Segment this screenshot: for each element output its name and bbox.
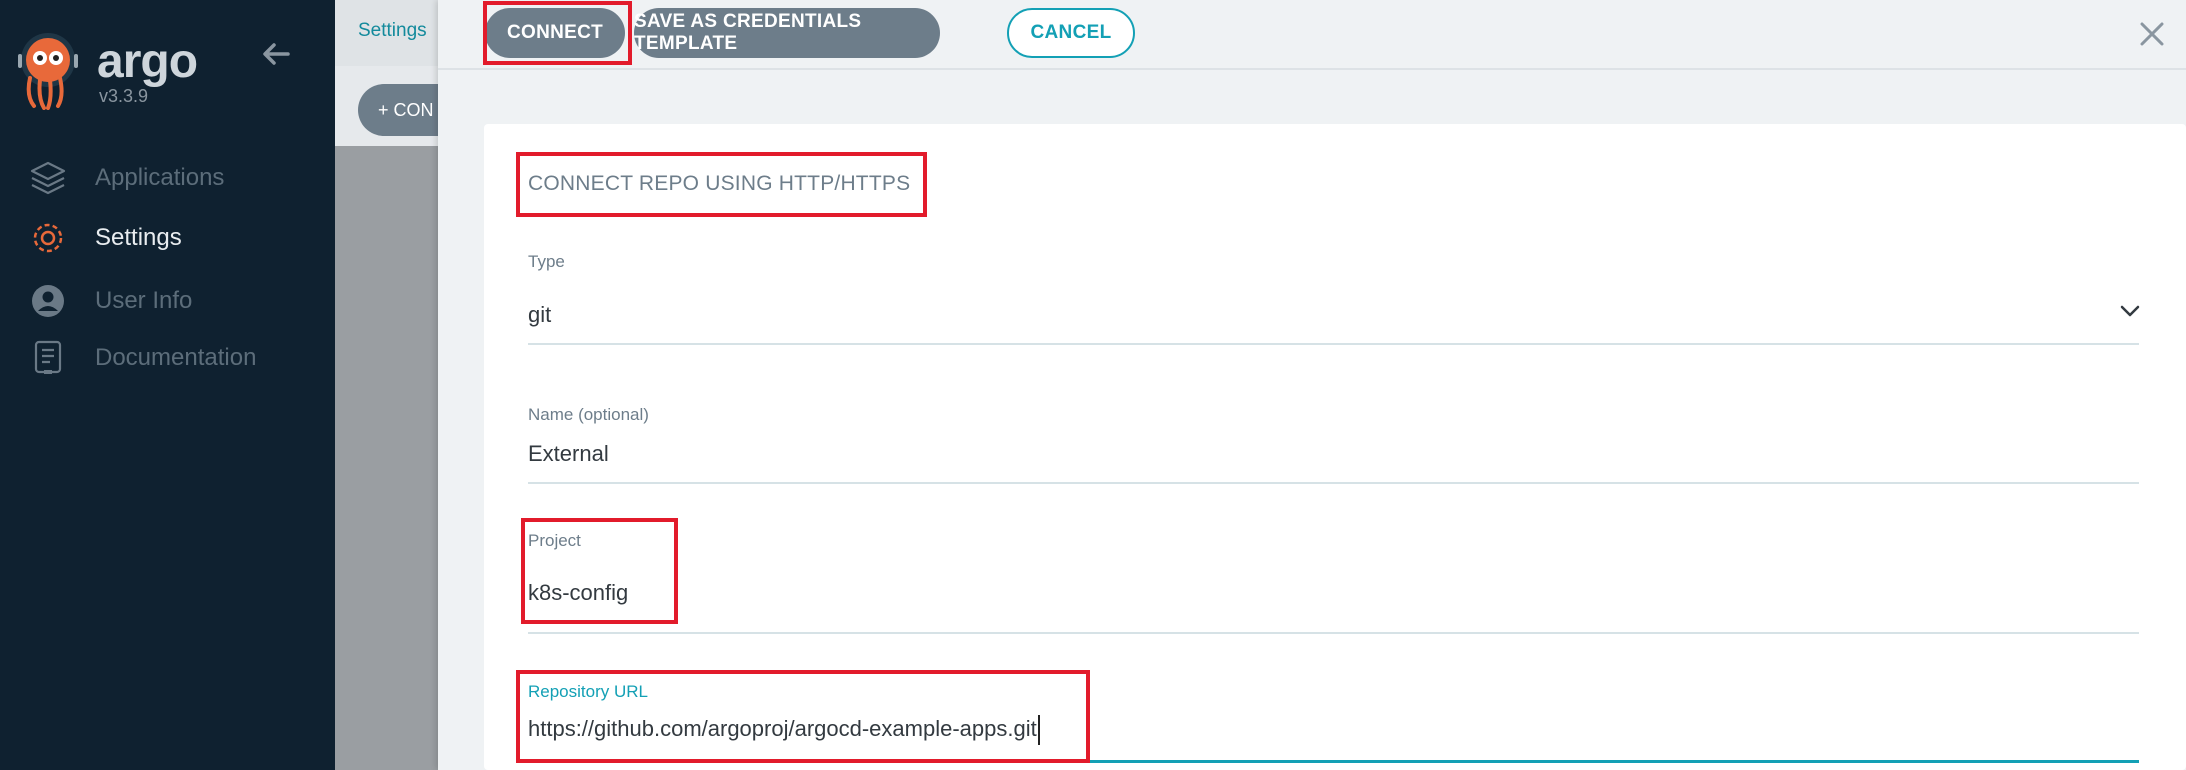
project-field[interactable]: k8s-config (528, 580, 628, 606)
connect-repo-panel: CONNECT SAVE AS CREDENTIALS TEMPLATE CAN… (438, 0, 2186, 770)
type-label: Type (528, 252, 565, 271)
name-underline (528, 482, 2139, 484)
sidebar-item-documentation[interactable]: Documentation (28, 338, 256, 378)
arrow-left-icon (263, 43, 290, 65)
repository-url-field[interactable]: https://github.com/argoproj/argocd-examp… (528, 715, 1040, 745)
sidebar-item-label: Documentation (95, 344, 257, 371)
cancel-button[interactable]: CANCEL (1007, 8, 1135, 58)
close-button[interactable] (2136, 18, 2168, 50)
collapse-sidebar-button[interactable] (258, 36, 294, 72)
documentation-icon (28, 338, 68, 378)
sidebar-item-label: User Info (95, 287, 193, 314)
type-select[interactable]: git (528, 302, 551, 328)
argo-logo[interactable] (16, 30, 81, 110)
type-underline (528, 343, 2139, 345)
repository-url-label: Repository URL (528, 682, 648, 701)
name-label: Name (optional) (528, 405, 649, 424)
close-icon (2140, 22, 2164, 46)
project-label: Project (528, 531, 581, 550)
sidebar-item-label: Settings (95, 224, 182, 251)
sidebar-item-label: Applications (95, 164, 225, 191)
chevron-down-icon[interactable] (2118, 299, 2142, 323)
user-icon (28, 281, 68, 321)
gear-icon (28, 218, 68, 258)
sidebar-item-settings[interactable]: Settings (28, 218, 182, 258)
project-underline (528, 632, 2139, 634)
sidebar-item-applications[interactable]: Applications (28, 158, 224, 198)
layers-icon (28, 158, 68, 198)
breadcrumb[interactable]: Settings (358, 20, 427, 42)
connect-button[interactable]: CONNECT (485, 8, 625, 58)
panel-header: CONNECT SAVE AS CREDENTIALS TEMPLATE CAN… (438, 0, 2186, 70)
text-caret (1037, 715, 1040, 745)
repository-url-value: https://github.com/argoproj/argocd-examp… (528, 715, 1037, 741)
repository-url-underline (528, 760, 2139, 763)
form-title: CONNECT REPO USING HTTP/HTTPS (528, 172, 911, 195)
name-field[interactable]: External (528, 441, 609, 467)
save-credentials-template-button[interactable]: SAVE AS CREDENTIALS TEMPLATE (634, 8, 940, 58)
sidebar: argo v3.3.9 Applications Settings User I… (0, 0, 335, 770)
brand-name: argo (97, 35, 198, 88)
repo-form-card (484, 124, 2186, 770)
version-label: v3.3.9 (99, 86, 149, 106)
sidebar-item-user-info[interactable]: User Info (28, 281, 192, 321)
